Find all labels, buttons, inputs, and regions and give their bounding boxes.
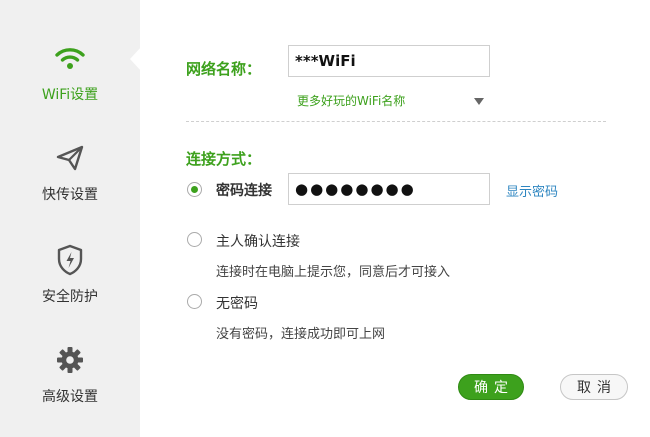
more-wifi-names-link[interactable]: 更多好玩的WiFi名称 (297, 92, 405, 109)
sidebar-item-label: 安全防护 (42, 289, 98, 305)
connection-method-label: 连接方式： (186, 150, 262, 168)
owner-confirm-label[interactable]: 主人确认连接 (216, 231, 300, 251)
password-connect-radio[interactable] (187, 182, 202, 197)
confirm-button[interactable]: 确定 (458, 374, 524, 400)
divider (186, 121, 606, 122)
gear-icon (52, 342, 88, 378)
sidebar-item-label: 快传设置 (42, 187, 98, 203)
show-password-link[interactable]: 显示密码 (506, 181, 558, 200)
owner-confirm-radio[interactable] (187, 232, 202, 247)
cancel-button[interactable]: 取消 (560, 374, 628, 400)
password-connect-label[interactable]: 密码连接 (216, 180, 272, 200)
wifi-icon (52, 40, 88, 76)
no-password-description: 没有密码，连接成功即可上网 (216, 327, 386, 342)
no-password-label[interactable]: 无密码 (216, 293, 258, 313)
sidebar-item-label: 高级设置 (42, 389, 98, 405)
sidebar-item-wifi-settings[interactable]: WiFi设置 (0, 28, 140, 128)
sidebar-item-security[interactable]: 安全防护 (0, 230, 140, 330)
network-name-label: 网络名称： (186, 60, 262, 78)
network-name-input[interactable]: ***WiFi (288, 45, 490, 77)
wifi-settings-panel: 网络名称： ***WiFi 更多好玩的WiFi名称 连接方式： 密码连接 ●●●… (140, 0, 650, 437)
no-password-radio[interactable] (187, 294, 202, 309)
shield-icon (52, 242, 88, 278)
chevron-down-icon[interactable] (474, 98, 484, 105)
sidebar-item-advanced-settings[interactable]: 高级设置 (0, 330, 140, 430)
sidebar: WiFi设置 快传设置 安全防护 高级设置 (0, 0, 142, 437)
password-input[interactable]: ●●●●●●●● (288, 173, 490, 205)
paper-plane-icon (52, 140, 88, 176)
owner-confirm-description: 连接时在电脑上提示您，同意后才可接入 (216, 265, 451, 280)
sidebar-item-kuaichuan-settings[interactable]: 快传设置 (0, 128, 140, 228)
sidebar-item-label: WiFi设置 (41, 87, 99, 103)
